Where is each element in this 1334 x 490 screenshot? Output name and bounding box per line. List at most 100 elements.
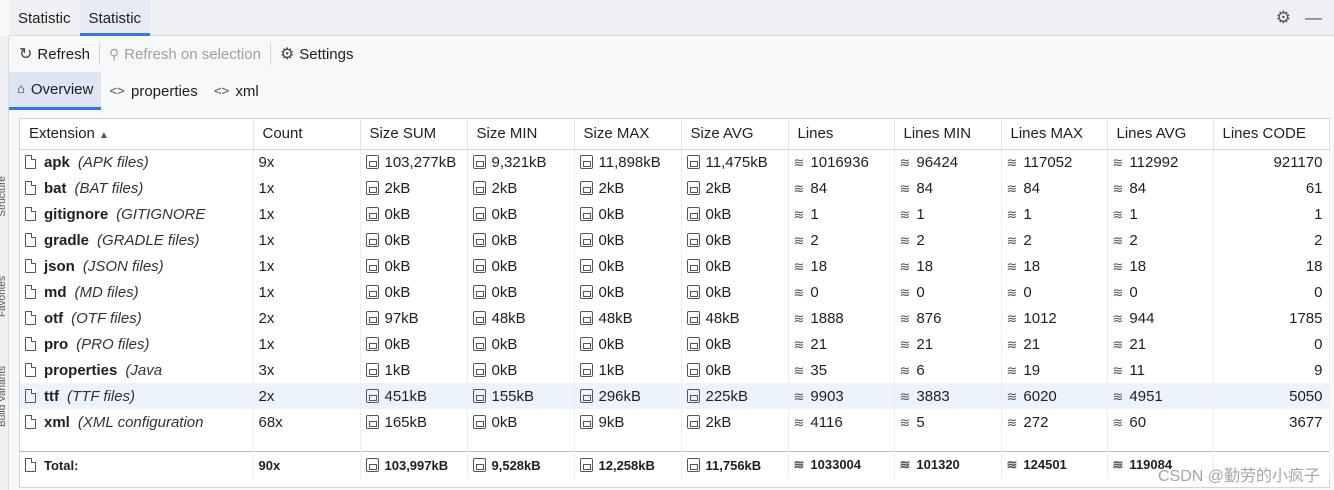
cell-value: 225kB bbox=[705, 387, 749, 405]
gear-icon: ⚙ bbox=[279, 46, 295, 63]
lines-code-cell: 9 bbox=[1213, 357, 1330, 383]
total-size-sum: 103,997kB bbox=[360, 450, 468, 479]
extension-name: xml bbox=[44, 413, 70, 431]
cell-value: 0kB bbox=[491, 335, 518, 353]
cell-value: Total: bbox=[44, 457, 79, 473]
column-header-lines-code[interactable]: Lines CODE bbox=[1213, 119, 1330, 150]
cell-value: 11,756kB bbox=[705, 457, 762, 473]
layers-icon: ≋ bbox=[793, 206, 805, 222]
lines-code-cell: 1 bbox=[1213, 201, 1330, 227]
extension-cell: ttf (TTF files) bbox=[20, 383, 254, 409]
count-cell: 1x bbox=[253, 279, 361, 305]
toolbar: ↻ Refresh ⚲ Refresh on selection ⚙ Setti… bbox=[9, 36, 1334, 72]
refresh-button[interactable]: ↻ Refresh bbox=[13, 40, 96, 68]
side-tab-favorites[interactable]: Favorites bbox=[0, 276, 8, 317]
cell-value: 9x bbox=[258, 153, 275, 171]
tab-xml[interactable]: <> xml bbox=[206, 72, 267, 110]
extension-name: properties bbox=[44, 361, 118, 379]
toolbar-separator bbox=[269, 43, 271, 65]
size-min-cell: 155kB bbox=[467, 383, 575, 409]
column-header-count[interactable]: Count bbox=[253, 119, 361, 150]
table-row[interactable]: ttf (TTF files) 2x 451kB 155kB 296kB 225kB ≋ 990… bbox=[20, 383, 1330, 409]
table-row[interactable]: md (MD files) 1x 0kB 0kB 0kB 0kB ≋ 0 ≋ 0 ≋ 0 ≋ 0 0 bbox=[20, 279, 1330, 305]
lines-cell: ≋ 18 bbox=[788, 253, 895, 279]
tab-properties[interactable]: <> properties bbox=[101, 72, 205, 110]
table-row[interactable]: gradle (GRADLE files) 1x 0kB 0kB 0kB 0kB ≋ 2 ≋ 2 ≋ 2… bbox=[20, 227, 1330, 253]
table-row[interactable]: apk (APK files) 9x 103,277kB 9,321kB 11,898kB… bbox=[20, 149, 1330, 175]
lines-avg-cell: ≋ 60 bbox=[1107, 409, 1214, 435]
spacer-cell bbox=[467, 435, 575, 451]
cell-value: 1x bbox=[258, 257, 275, 275]
lines-code-cell: 0 bbox=[1213, 279, 1330, 305]
size-sum-cell: 103,277kB bbox=[360, 149, 468, 175]
settings-button[interactable]: ⚙ Settings bbox=[274, 40, 360, 68]
cell-value: 0kB bbox=[705, 335, 732, 353]
table-row[interactable]: bat (BAT files) 1x 2kB 2kB 2kB 2kB ≋ 84 ≋ 84 ≋ 84 ≋ 84… bbox=[20, 175, 1330, 201]
cell-value: 2kB bbox=[705, 179, 732, 197]
table-row[interactable]: otf (OTF files) 2x 97kB 48kB 48kB 48kB ≋ 1888 ≋ 87… bbox=[20, 305, 1330, 331]
lines-avg-cell: ≋ 4951 bbox=[1107, 383, 1214, 409]
cell-value: 9kB bbox=[598, 413, 625, 431]
size-min-cell: 9,321kB bbox=[467, 149, 575, 175]
layers-icon: ≋ bbox=[1112, 284, 1124, 300]
cell-value: 19 bbox=[1023, 361, 1041, 379]
count-cell: 1x bbox=[253, 331, 361, 357]
cell-value: 61 bbox=[1305, 179, 1323, 197]
cell-value: 0kB bbox=[705, 257, 732, 275]
gear-icon[interactable]: ⚙ bbox=[1276, 8, 1291, 28]
side-tab-structure[interactable]: Structure bbox=[0, 176, 8, 217]
table-row[interactable]: gitignore (GITIGNORE 1x 0kB 0kB 0kB 0kB ≋ 1 ≋ 1 ≋ 1 ≋… bbox=[20, 201, 1330, 227]
column-header-size-avg[interactable]: Size AVG bbox=[681, 119, 789, 150]
column-header-lines[interactable]: Lines bbox=[788, 119, 895, 150]
size-avg-cell: 0kB bbox=[681, 227, 789, 253]
minimize-icon[interactable]: — bbox=[1305, 8, 1322, 28]
column-header-size-sum[interactable]: Size SUM bbox=[360, 119, 468, 150]
table-row[interactable]: properties (Java 3x 1kB 0kB 1kB 0kB ≋ 35 ≋ 6 ≋ 19 ≋ 11… bbox=[20, 357, 1330, 383]
column-header-lines-avg[interactable]: Lines AVG bbox=[1107, 119, 1214, 150]
lines-avg-cell: ≋ 1 bbox=[1107, 201, 1214, 227]
lines-min-cell: ≋ 21 bbox=[894, 331, 1002, 357]
layers-icon: ≋ bbox=[793, 414, 805, 430]
lines-min-cell: ≋ 84 bbox=[894, 175, 1002, 201]
table-row[interactable]: json (JSON files) 1x 0kB 0kB 0kB 0kB ≋ 18 ≋ 18 ≋ 18 ≋… bbox=[20, 253, 1330, 279]
cell-value: 12,258kB bbox=[598, 457, 655, 473]
layers-icon: ≋ bbox=[1112, 154, 1124, 170]
column-header-lines-min[interactable]: Lines MIN bbox=[894, 119, 1002, 150]
refresh-on-selection-button[interactable]: ⚲ Refresh on selection bbox=[103, 40, 267, 68]
column-header-extension[interactable]: Extension ▲ bbox=[20, 119, 254, 150]
cell-value: 5050 bbox=[1289, 387, 1323, 405]
cell-value: 0 bbox=[1023, 283, 1032, 301]
cell-value: 21 bbox=[810, 335, 828, 353]
size-min-cell: 0kB bbox=[467, 409, 575, 435]
spacer-cell bbox=[20, 435, 254, 451]
lines-avg-cell: ≋ 112992 bbox=[1107, 149, 1214, 175]
spacer-cell bbox=[681, 435, 789, 451]
tab-overview[interactable]: ⌂ Overview bbox=[9, 72, 102, 110]
cell-value: 4116 bbox=[810, 413, 843, 431]
table-row[interactable]: pro (PRO files) 1x 0kB 0kB 0kB 0kB ≋ 21 ≋ 21 ≋ 21 ≋ 21… bbox=[20, 331, 1330, 357]
disk-icon bbox=[579, 457, 593, 472]
search-icon: ⚲ bbox=[108, 45, 120, 62]
table-row[interactable]: xml (XML configuration 68x 165kB 0kB 9kB 2kB ≋ 4… bbox=[20, 409, 1330, 435]
file-icon bbox=[25, 310, 36, 325]
size-sum-cell: 1kB bbox=[360, 357, 468, 383]
extension-description: (Java bbox=[125, 361, 163, 379]
tab-statistic[interactable]: Statistic bbox=[79, 0, 151, 36]
cell-value: 1kB bbox=[384, 361, 411, 379]
column-header-size-max[interactable]: Size MAX bbox=[574, 119, 682, 150]
table-header-row: Extension ▲ Count Size SUM Size MIN Size… bbox=[20, 119, 1330, 150]
cell-value: 18 bbox=[810, 257, 828, 275]
side-tab-build-variants[interactable]: Build Variants bbox=[0, 366, 8, 427]
cell-value: 9903 bbox=[810, 387, 844, 405]
home-icon: ⌂ bbox=[17, 82, 25, 97]
column-header-size-min[interactable]: Size MIN bbox=[467, 119, 575, 150]
cell-value: 0kB bbox=[598, 283, 625, 301]
disk-icon bbox=[472, 284, 486, 299]
total-lines-max: ≋ 124501 bbox=[1001, 450, 1108, 479]
disk-icon bbox=[686, 232, 700, 247]
disk-icon bbox=[472, 388, 486, 403]
cell-value: 84 bbox=[916, 179, 934, 197]
lines-max-cell: ≋ 84 bbox=[1001, 175, 1108, 201]
column-header-lines-max[interactable]: Lines MAX bbox=[1001, 119, 1108, 150]
count-cell: 9x bbox=[253, 149, 361, 175]
